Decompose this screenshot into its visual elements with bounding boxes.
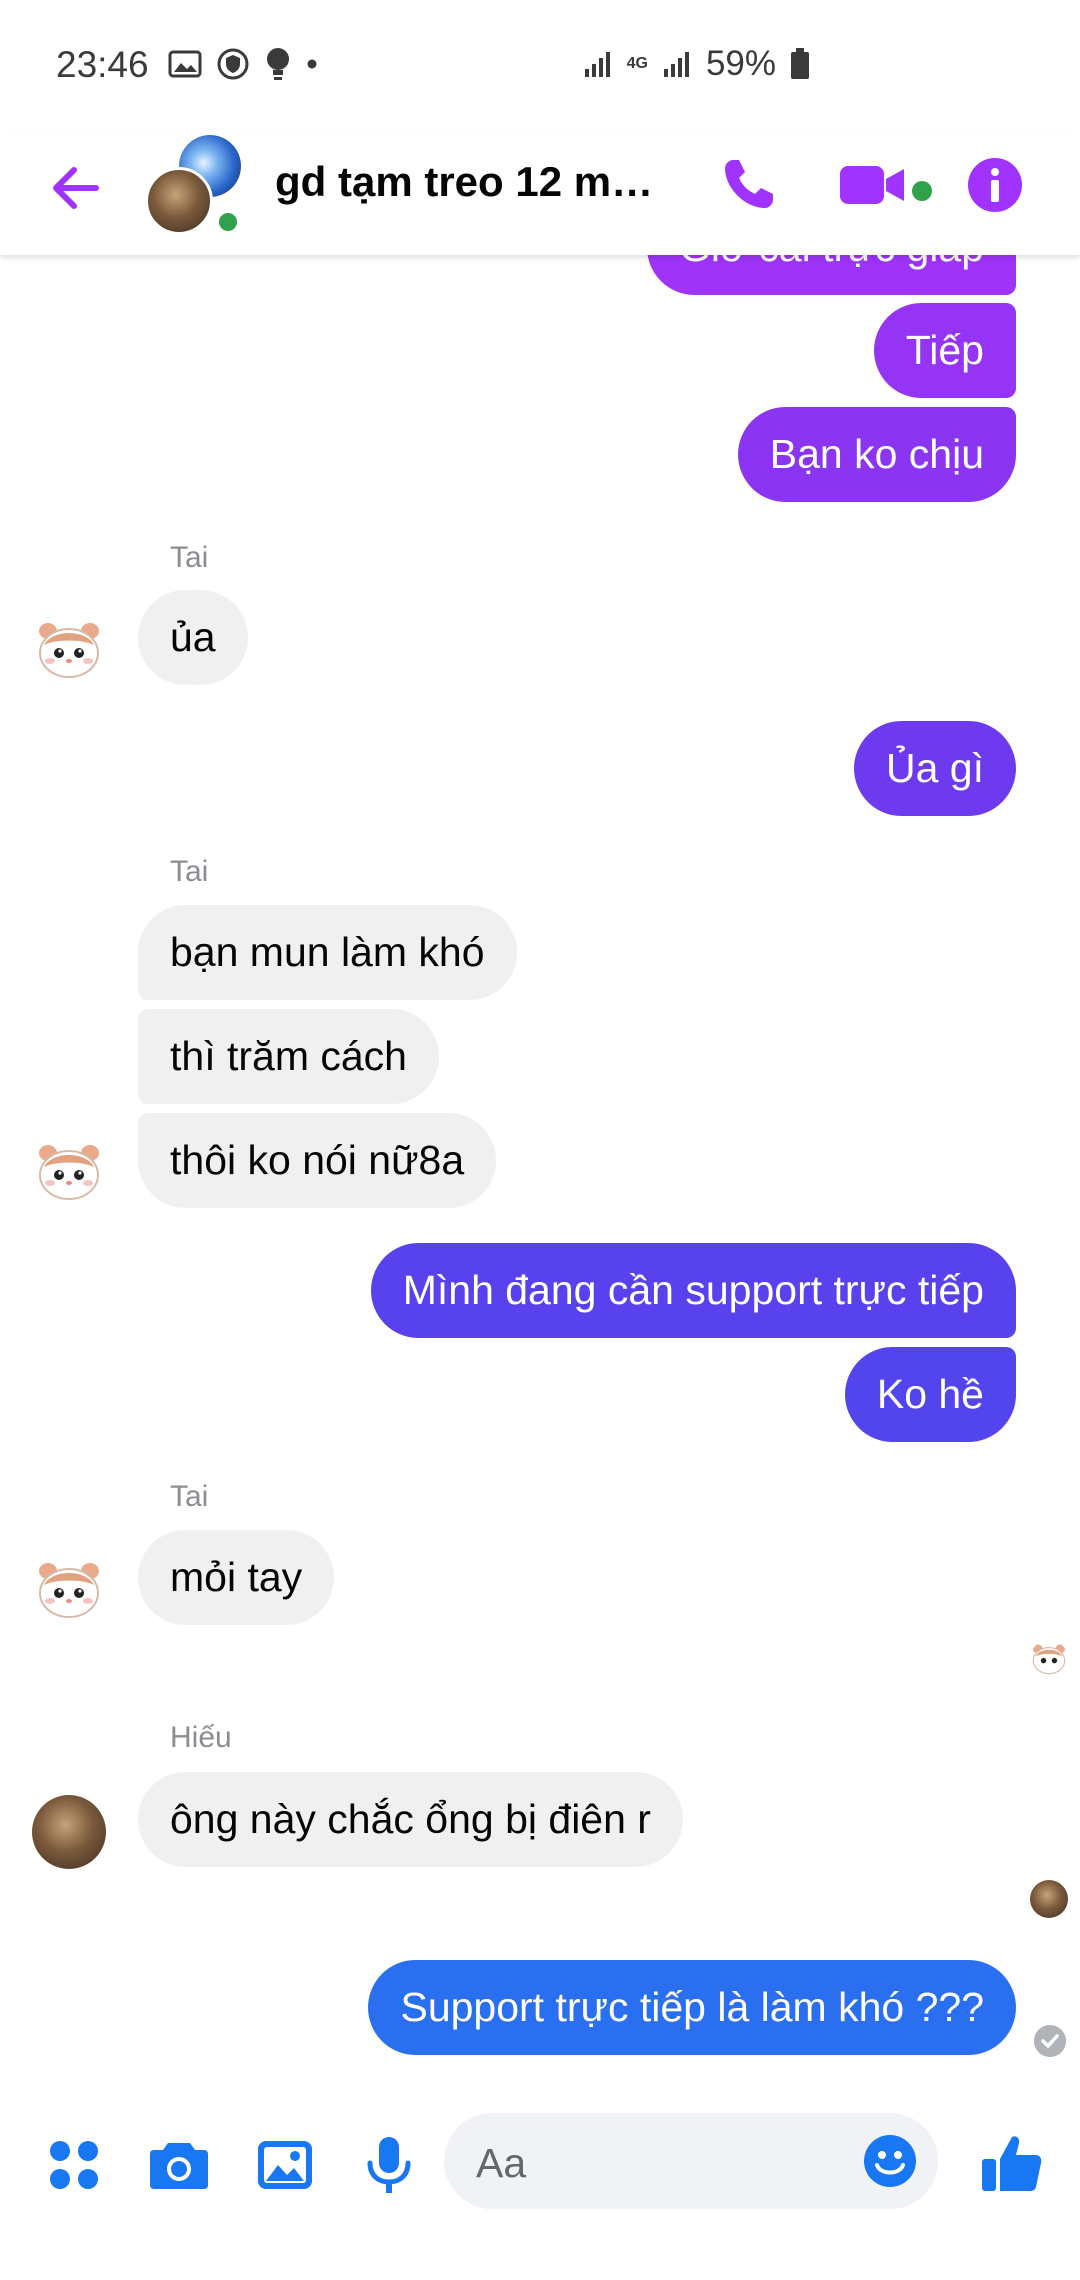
sender-name: Tai — [170, 541, 209, 574]
status-system-icons: 4G 59% — [583, 44, 810, 84]
microphone-icon[interactable] — [364, 2135, 414, 2197]
gallery-icon[interactable] — [256, 2137, 314, 2193]
seen-indicator-hamster — [1032, 1644, 1066, 1675]
composer-bar: Aa — [0, 2095, 1080, 2280]
video-camera-icon[interactable] — [838, 152, 910, 218]
hieu-avatar[interactable] — [32, 1795, 106, 1869]
hamster-avatar[interactable] — [34, 615, 104, 685]
menu-grid-icon[interactable] — [46, 2137, 102, 2193]
camera-icon[interactable] — [148, 2137, 210, 2193]
hamster-avatar[interactable] — [34, 1555, 104, 1625]
video-active-dot — [912, 181, 932, 201]
bulb-notification-icon — [267, 48, 289, 80]
network-type-label: 4G — [626, 55, 648, 72]
message-bubble-outgoing[interactable]: Tiếp — [873, 303, 1016, 398]
message-bubble-incoming[interactable]: thôi ko nói nữ8a — [138, 1113, 497, 1208]
image-notification-icon — [168, 50, 202, 78]
status-time: 23:46 — [56, 44, 149, 85]
status-notification-icons — [168, 46, 318, 82]
thumbs-up-icon[interactable] — [980, 2133, 1044, 2195]
hamster-avatar[interactable] — [34, 1137, 104, 1207]
message-input-placeholder: Aa — [476, 2140, 527, 2186]
message-input[interactable]: Aa — [444, 2113, 938, 2209]
phone-icon[interactable] — [715, 152, 781, 218]
message-bubble-outgoing[interactable]: Ko hề — [844, 1347, 1016, 1442]
group-avatar[interactable] — [145, 135, 255, 235]
info-icon[interactable] — [965, 155, 1025, 215]
sender-name: Tai — [170, 855, 209, 888]
message-bubble-outgoing[interactable]: Mình đang cần support trực tiếp — [370, 1243, 1016, 1338]
message-bubble-outgoing[interactable]: Ủa gì — [854, 721, 1016, 816]
seen-indicator-hieu — [1030, 1880, 1068, 1918]
sender-name: Tai — [170, 1480, 209, 1513]
message-bubble-incoming[interactable]: bạn mun làm khó — [138, 905, 517, 1000]
message-bubble-incoming[interactable]: mỏi tay — [138, 1530, 335, 1625]
message-bubble-incoming[interactable]: thì trăm cách — [138, 1009, 439, 1104]
message-list[interactable]: Giờ cái trực giấp Tiếp Bạn ko chịu Tai ủ… — [0, 255, 1080, 2095]
shield-notification-icon — [217, 48, 249, 80]
emoji-icon[interactable] — [862, 2133, 918, 2189]
message-bubble-outgoing[interactable]: Bạn ko chịu — [737, 407, 1016, 502]
battery-icon — [791, 48, 809, 79]
message-bubble-outgoing[interactable]: Support trực tiếp là làm khó ??? — [368, 1960, 1016, 2055]
message-bubble-incoming[interactable]: ông này chắc ổng bị điên r — [138, 1772, 683, 1867]
sent-check-icon — [1034, 2025, 1066, 2057]
status-bar: 23:46 4G 59% — [0, 0, 1080, 130]
chat-title[interactable]: gd tạm treo 12 m… — [275, 158, 675, 206]
message-bubble-outgoing[interactable]: Giờ cái trực giấp — [647, 255, 1016, 295]
signal-icon — [584, 52, 610, 77]
online-indicator — [215, 209, 241, 235]
more-notifications-icon — [307, 59, 317, 69]
chat-header: gd tạm treo 12 m… — [0, 130, 1080, 255]
back-arrow-icon[interactable] — [44, 156, 108, 220]
signal-icon-2 — [663, 52, 689, 77]
sender-name: Hiếu — [170, 1721, 232, 1754]
battery-percent: 59% — [705, 44, 776, 83]
message-bubble-incoming[interactable]: ủa — [138, 590, 248, 685]
group-avatar-front — [145, 167, 213, 235]
